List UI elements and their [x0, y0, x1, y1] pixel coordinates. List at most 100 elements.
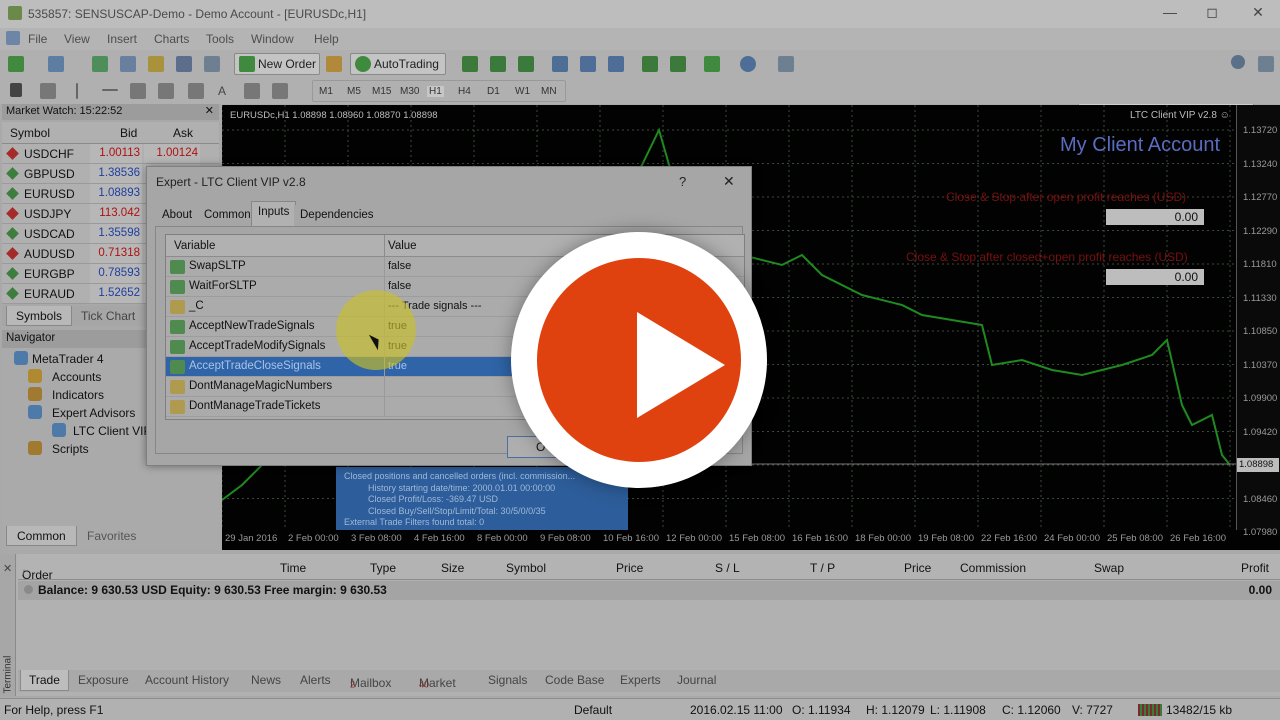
- nav-scripts[interactable]: Scripts: [52, 442, 89, 456]
- vertical-line-icon[interactable]: [76, 83, 78, 99]
- fibonacci-icon[interactable]: [188, 83, 204, 99]
- tab-inputs[interactable]: Inputs: [251, 201, 297, 227]
- bar-chart-icon[interactable]: [462, 56, 478, 72]
- tab-mailbox[interactable]: Mailbox 2: [350, 673, 391, 690]
- tab-market[interactable]: Market 40: [419, 673, 456, 690]
- autotrading-button[interactable]: AutoTrading: [350, 53, 446, 75]
- column-profit[interactable]: Profit: [1241, 561, 1269, 575]
- community-icon[interactable]: [1258, 56, 1274, 72]
- menu-charts[interactable]: Charts: [154, 32, 189, 46]
- tab-dependencies[interactable]: Dependencies: [294, 205, 380, 227]
- tab-journal[interactable]: Journal: [677, 673, 716, 687]
- menu-file[interactable]: File: [28, 32, 47, 46]
- tab-alerts[interactable]: Alerts: [300, 673, 331, 687]
- timeframe-m5[interactable]: M5: [347, 86, 361, 97]
- horizontal-line-icon[interactable]: [102, 89, 118, 91]
- zoom-in-icon[interactable]: [552, 56, 568, 72]
- video-play-button[interactable]: [511, 232, 767, 488]
- timeframe-m1[interactable]: M1: [319, 86, 333, 97]
- menu-help[interactable]: Help: [314, 32, 339, 46]
- autoscroll-icon[interactable]: [670, 56, 686, 72]
- templates-icon[interactable]: [778, 56, 794, 72]
- column-size[interactable]: Size: [441, 561, 464, 575]
- nav-ltc-client-vip[interactable]: LTC Client VIP: [73, 424, 151, 438]
- metaeditor-icon[interactable]: [326, 56, 342, 72]
- column-type[interactable]: Type: [370, 561, 396, 575]
- column-commission[interactable]: Commission: [960, 561, 1026, 575]
- arrows-icon[interactable]: [272, 83, 288, 99]
- tab-common[interactable]: Common: [198, 205, 257, 227]
- data-window-icon[interactable]: [120, 56, 136, 72]
- nav-accounts[interactable]: Accounts: [52, 370, 101, 384]
- periods-icon[interactable]: [740, 56, 756, 72]
- close-icon[interactable]: ✕: [3, 562, 12, 575]
- text-label-icon[interactable]: [244, 83, 260, 99]
- close-stop-open-value[interactable]: 0.00: [1106, 209, 1204, 225]
- column-value[interactable]: Value: [388, 240, 417, 252]
- close-icon[interactable]: ✕: [205, 104, 214, 117]
- minimize-icon[interactable]: —: [1160, 4, 1180, 22]
- menu-tools[interactable]: Tools: [206, 32, 234, 46]
- nav-indicators[interactable]: Indicators: [52, 388, 104, 402]
- column-bid[interactable]: Bid: [120, 126, 137, 140]
- menu-insert[interactable]: Insert: [107, 32, 137, 46]
- menu-window[interactable]: Window: [251, 32, 294, 46]
- variable-value[interactable]: false: [388, 280, 411, 292]
- equidistant-channel-icon[interactable]: [158, 83, 174, 99]
- maximize-icon[interactable]: ◻: [1202, 4, 1222, 22]
- timeframe-d1[interactable]: D1: [487, 86, 500, 97]
- terminal-icon[interactable]: [176, 56, 192, 72]
- timeframe-mn[interactable]: MN: [541, 86, 557, 97]
- crosshair-icon[interactable]: [40, 83, 56, 99]
- search-icon[interactable]: [1231, 55, 1245, 69]
- tab-news[interactable]: News: [251, 673, 281, 687]
- profiles-icon[interactable]: [48, 56, 64, 72]
- chart-shift-icon[interactable]: [642, 56, 658, 72]
- market-watch-icon[interactable]: [92, 56, 108, 72]
- column-time[interactable]: Time: [280, 561, 306, 575]
- column-variable[interactable]: Variable: [174, 240, 215, 252]
- new-chart-icon[interactable]: [8, 56, 24, 72]
- tab-trade[interactable]: Trade: [20, 670, 69, 691]
- column-symbol[interactable]: Symbol: [10, 126, 50, 140]
- new-order-button[interactable]: New Order: [234, 53, 320, 75]
- cursor-icon[interactable]: [10, 83, 22, 97]
- tab-experts[interactable]: Experts: [620, 673, 661, 687]
- close-icon[interactable]: ✕: [1248, 4, 1268, 22]
- column-take-profit[interactable]: T / P: [810, 561, 835, 575]
- tab-signals[interactable]: Signals: [488, 673, 527, 687]
- column-stop-loss[interactable]: S / L: [715, 561, 740, 575]
- indicators-icon[interactable]: [704, 56, 720, 72]
- tile-windows-icon[interactable]: [608, 56, 624, 72]
- tab-code-base[interactable]: Code Base: [545, 673, 604, 687]
- nav-expert-advisors[interactable]: Expert Advisors: [52, 406, 135, 420]
- column-price[interactable]: Price: [616, 561, 643, 575]
- zoom-out-icon[interactable]: [580, 56, 596, 72]
- tab-exposure[interactable]: Exposure: [78, 673, 129, 687]
- trendline-icon[interactable]: [130, 83, 146, 99]
- text-icon[interactable]: A: [218, 84, 226, 98]
- column-ask[interactable]: Ask: [173, 126, 193, 140]
- timeframe-w1[interactable]: W1: [515, 86, 530, 97]
- tab-symbols[interactable]: Symbols: [6, 306, 73, 326]
- timeframe-h1[interactable]: H1: [427, 86, 444, 97]
- tab-common[interactable]: Common: [6, 526, 77, 546]
- menu-view[interactable]: View: [64, 32, 90, 46]
- navigator-icon[interactable]: [148, 56, 164, 72]
- dialog-close-icon[interactable]: ✕: [723, 173, 735, 190]
- timeframe-h4[interactable]: H4: [458, 86, 471, 97]
- timeframe-m30[interactable]: M30: [400, 86, 419, 97]
- tab-account-history[interactable]: Account History: [145, 673, 229, 687]
- balance-row[interactable]: Balance: 9 630.53 USD Equity: 9 630.53 F…: [18, 581, 1280, 600]
- close-stop-closed-value[interactable]: 0.00: [1106, 269, 1204, 285]
- strategy-tester-icon[interactable]: [204, 56, 220, 72]
- tab-favorites[interactable]: Favorites: [77, 526, 146, 546]
- column-swap[interactable]: Swap: [1094, 561, 1124, 575]
- column-price-current[interactable]: Price: [904, 561, 931, 575]
- candlesticks-icon[interactable]: [490, 56, 506, 72]
- tab-tick-chart[interactable]: Tick Chart: [72, 306, 144, 326]
- timeframe-m15[interactable]: M15: [372, 86, 391, 97]
- column-symbol[interactable]: Symbol: [506, 561, 546, 575]
- market-watch-row[interactable]: USDCHF 1.00113 1.00124: [2, 144, 219, 164]
- tab-about[interactable]: About: [156, 205, 199, 227]
